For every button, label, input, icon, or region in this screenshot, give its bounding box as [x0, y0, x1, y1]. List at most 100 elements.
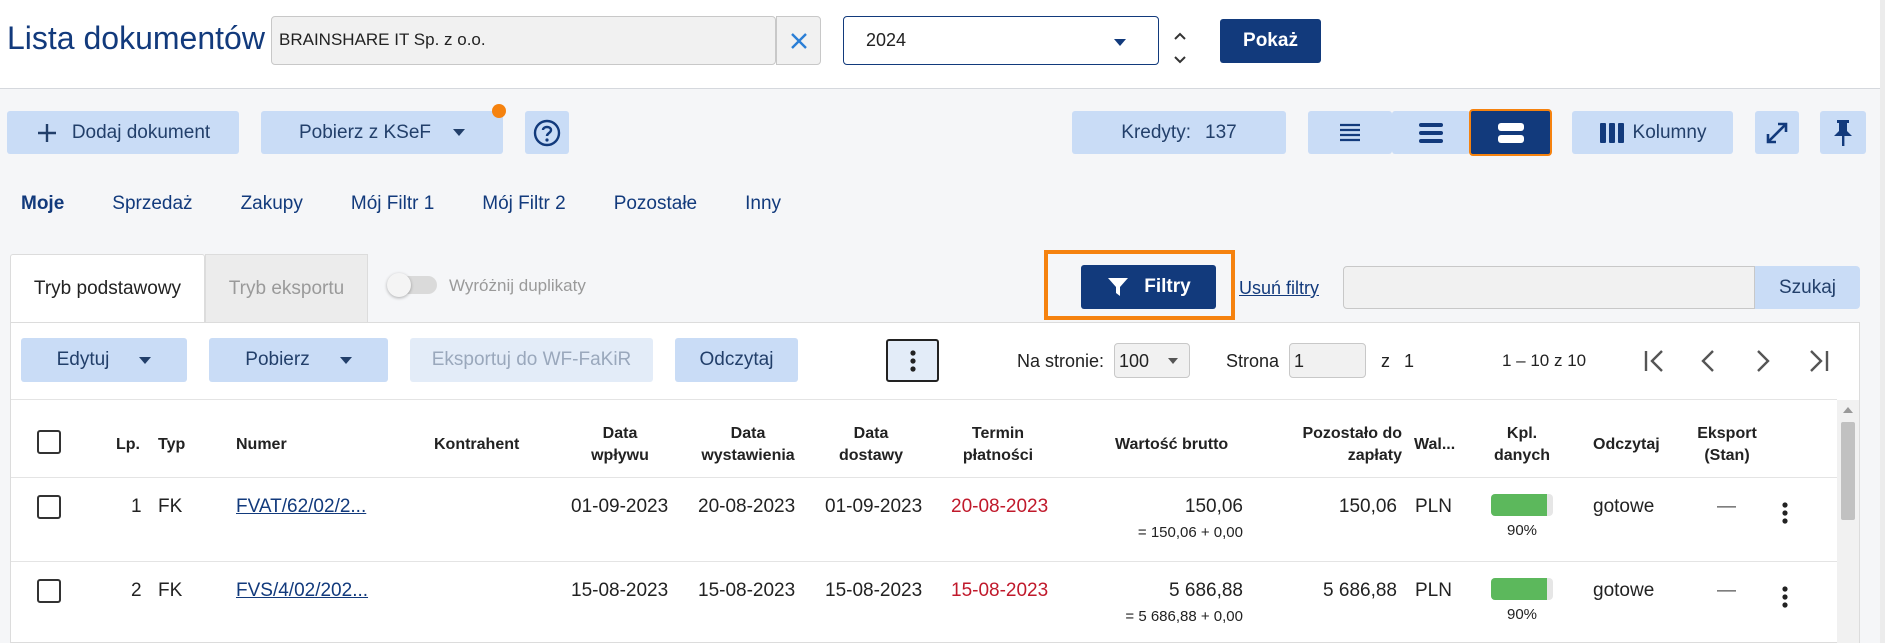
chevron-down-icon: [453, 129, 465, 136]
tab-export-mode[interactable]: Tryb eksportu: [205, 254, 368, 323]
year-select[interactable]: 2024: [843, 16, 1159, 65]
col-currency[interactable]: Wal...: [1414, 434, 1455, 456]
col-completeness-line1: Kpl.: [1506, 425, 1538, 442]
tab-basic-mode[interactable]: Tryb podstawowy: [10, 254, 205, 323]
first-page-button[interactable]: [1640, 348, 1668, 374]
table-scrollbar[interactable]: [1837, 400, 1859, 643]
last-page-icon: [1810, 350, 1829, 372]
col-type[interactable]: Typ: [158, 434, 185, 456]
table-row[interactable]: 2 FK FVS/4/02/202... 15-08-2023 15-08-20…: [11, 562, 1837, 643]
filters-button[interactable]: Filtry: [1081, 265, 1216, 309]
expand-button[interactable]: [1755, 111, 1799, 154]
company-select[interactable]: BRAINSHARE IT Sp. z o.o.: [271, 16, 776, 65]
notification-dot: [492, 104, 506, 118]
show-button[interactable]: Pokaż: [1220, 19, 1321, 63]
add-document-label: Dodaj dokument: [71, 121, 211, 143]
scrollbar-thumb[interactable]: [1841, 422, 1855, 520]
filters-label: Filtry: [1144, 276, 1191, 297]
col-export[interactable]: Eksport (Stan): [1690, 423, 1764, 467]
duplicates-label: Wyróżnij duplikaty: [449, 276, 586, 295]
per-page-select[interactable]: 100: [1114, 343, 1190, 378]
download-label: Pobierz: [245, 349, 310, 370]
table-row[interactable]: 1 FK FVAT/62/02/2... 01-09-2023 20-08-20…: [11, 478, 1837, 561]
download-button[interactable]: Pobierz: [209, 338, 388, 382]
col-received[interactable]: Data wpływu: [575, 423, 665, 467]
clear-company-button[interactable]: [776, 16, 821, 65]
col-remaining-line2: zapłaty: [1347, 447, 1402, 464]
col-export-line1: Eksport: [1697, 425, 1757, 442]
pin-icon: [1834, 119, 1852, 146]
tab-pozostale[interactable]: Pozostałe: [614, 193, 697, 219]
export-wf-button[interactable]: Eksportuj do WF-FaKiR: [410, 338, 653, 382]
scroll-up-icon[interactable]: [1837, 402, 1859, 418]
select-all-checkbox[interactable]: [37, 430, 61, 454]
filter-tabs: Moje Sprzedaż Zakupy Mój Filtr 1 Mój Fil…: [21, 193, 781, 219]
col-read[interactable]: Odczytaj: [1593, 434, 1660, 456]
row-currency: PLN: [1415, 580, 1452, 601]
col-received-line2: wpływu: [591, 447, 649, 464]
year-down-icon[interactable]: [1172, 50, 1188, 64]
tab-zakupy[interactable]: Zakupy: [241, 193, 303, 219]
plus-icon: [37, 123, 56, 142]
density-compact-button[interactable]: [1308, 111, 1392, 154]
density-large-button[interactable]: [1469, 109, 1552, 156]
row-more-button[interactable]: [1782, 585, 1792, 609]
page-input[interactable]: 1: [1289, 343, 1366, 378]
col-lp[interactable]: Lp.: [116, 434, 140, 456]
tab-inny[interactable]: Inny: [745, 193, 781, 219]
col-completeness-line2: danych: [1493, 447, 1550, 464]
tab-moje[interactable]: Moje: [21, 193, 64, 219]
row-number-link[interactable]: FVAT/62/02/2...: [236, 496, 366, 518]
search-input[interactable]: [1343, 266, 1755, 309]
clear-filters-link[interactable]: Usuń filtry: [1239, 278, 1319, 299]
col-due-line1: Termin: [971, 425, 1025, 442]
year-up-icon[interactable]: [1172, 26, 1188, 40]
row-gross: 150,06: [1184, 496, 1243, 517]
prev-page-button[interactable]: [1697, 348, 1719, 374]
row-gross-detail: = 5 686,88 + 0,00: [1125, 608, 1243, 625]
completeness-bar-fill: [1491, 578, 1547, 600]
col-due-line2: płatności: [962, 447, 1034, 464]
col-delivery[interactable]: Data dostawy: [826, 423, 916, 467]
row-type: FK: [158, 580, 183, 601]
credits-badge: Kredyty: 137: [1072, 111, 1286, 154]
duplicates-toggle[interactable]: [387, 273, 437, 297]
density-medium-button[interactable]: [1392, 111, 1470, 154]
page-label: Strona: [1226, 351, 1280, 371]
col-issued[interactable]: Data wystawienia: [693, 423, 803, 467]
tab-sprzedaz[interactable]: Sprzedaż: [112, 193, 192, 219]
more-vertical-icon: [909, 349, 916, 372]
add-document-button[interactable]: Dodaj dokument: [7, 111, 239, 154]
completeness-bar: [1491, 494, 1553, 516]
pin-button[interactable]: [1820, 111, 1866, 154]
toggle-knob: [387, 273, 411, 297]
col-delivery-line1: Data: [853, 425, 889, 442]
row-read-status: gotowe: [1593, 580, 1655, 601]
per-page-value: 100: [1119, 351, 1150, 371]
more-vertical-icon: [1782, 502, 1788, 524]
col-completeness[interactable]: Kpl. danych: [1492, 423, 1552, 467]
help-button[interactable]: [525, 111, 569, 154]
search-button[interactable]: Szukaj: [1755, 266, 1860, 309]
next-page-button[interactable]: [1752, 348, 1774, 374]
ksef-download-button[interactable]: Pobierz z KSeF: [261, 111, 503, 154]
row-more-button[interactable]: [1782, 501, 1792, 525]
columns-button[interactable]: Kolumny: [1572, 111, 1733, 154]
chevron-down-icon: [1168, 358, 1178, 364]
row-number-link[interactable]: FVS/4/02/202...: [236, 580, 368, 602]
last-page-button[interactable]: [1805, 348, 1833, 374]
more-actions-button[interactable]: [886, 339, 939, 382]
col-gross[interactable]: Wartość brutto: [1115, 434, 1228, 456]
col-contractor[interactable]: Kontrahent: [434, 434, 519, 456]
col-number[interactable]: Numer: [236, 434, 287, 456]
tab-moj-filtr-2[interactable]: Mój Filtr 2: [482, 193, 565, 219]
page-scrollbar[interactable]: [1880, 0, 1885, 643]
read-button[interactable]: Odczytaj: [675, 338, 798, 382]
tab-moj-filtr-1[interactable]: Mój Filtr 1: [351, 193, 434, 219]
row-completeness-label: 90%: [1506, 522, 1538, 539]
col-due[interactable]: Termin płatności: [953, 423, 1043, 467]
edit-button[interactable]: Edytuj: [21, 338, 187, 382]
row-checkbox[interactable]: [37, 495, 61, 519]
col-remaining[interactable]: Pozostało do zapłaty: [1290, 423, 1402, 467]
row-checkbox[interactable]: [37, 579, 61, 603]
